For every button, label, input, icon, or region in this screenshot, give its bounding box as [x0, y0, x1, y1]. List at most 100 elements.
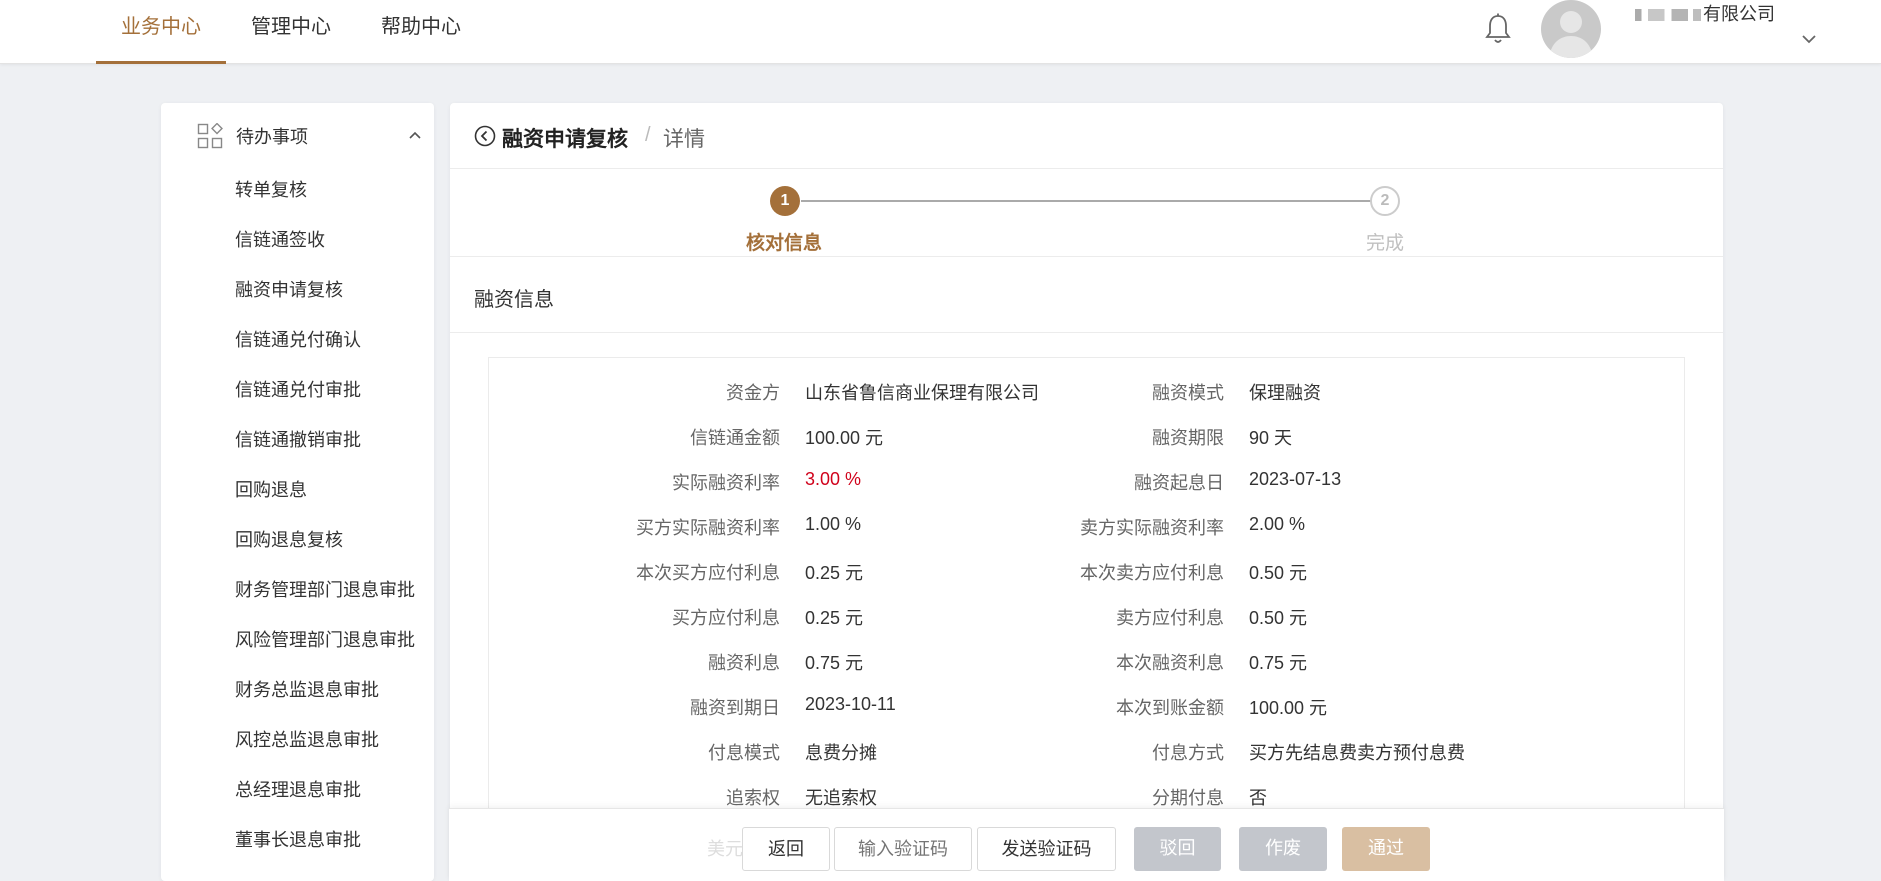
field-value: 2.00 % — [1249, 514, 1306, 534]
partially-hidden-label: 美元 — [707, 839, 743, 859]
info-row: 本次买方应付利息 0.25 元 本次卖方应付利息 0.50 元 — [489, 559, 1686, 604]
field-label: 分期付息 — [1152, 788, 1224, 808]
approve-button[interactable]: 通过 — [1342, 827, 1430, 871]
field-label: 付息模式 — [708, 743, 780, 763]
field-value: 2023-07-13 — [1249, 469, 1342, 489]
page-title[interactable]: 融资申请复核 — [502, 123, 628, 153]
field-label: 买方实际融资利率 — [636, 518, 780, 538]
info-row: 买方实际融资利率 1.00 % 卖方实际融资利率 2.00 % — [489, 514, 1686, 559]
field-label: 本次卖方应付利息 — [1080, 563, 1224, 583]
sidebar: 待办事项 转单复核 信链通签收 融资申请复核 信链通兑付确认 信链通兑付审批 信… — [161, 103, 434, 881]
back-button[interactable]: 返回 — [742, 827, 830, 871]
field-label: 付息方式 — [1152, 743, 1224, 763]
field-value: 100.00 元 — [805, 428, 884, 448]
info-row: 融资到期日 2023-10-11 本次到账金额 100.00 元 — [489, 694, 1686, 739]
verification-code-input[interactable] — [834, 827, 972, 871]
company-redacted-mark — [1635, 9, 1701, 22]
field-label: 本次融资利息 — [1116, 653, 1224, 673]
step-1-number: 1 — [770, 186, 800, 216]
top-header: 业务中心 管理中心 帮助中心 有限公司 — [0, 0, 1881, 64]
field-label: 卖方应付利息 — [1116, 608, 1224, 628]
sidebar-item-transfer-review[interactable]: 转单复核 — [161, 165, 434, 215]
breadcrumb-separator: / — [645, 124, 651, 146]
info-row: 付息模式 息费分摊 付息方式 买方先结息费卖方预付息费 — [489, 739, 1686, 784]
field-label: 融资利息 — [708, 653, 780, 673]
sidebar-group-todo[interactable]: 待办事项 — [161, 103, 434, 165]
field-value: 0.75 元 — [805, 653, 864, 673]
financing-info-box: 资金方 山东省鲁信商业保理有限公司 融资模式 保理融资 信链通金额 100.00… — [488, 357, 1685, 881]
section-title: 融资信息 — [474, 289, 554, 311]
void-button[interactable]: 作废 — [1239, 827, 1327, 871]
info-row: 信链通金额 100.00 元 融资期限 90 天 — [489, 424, 1686, 469]
action-bar: 美元 返回 发送验证码 驳回 作废 通过 — [449, 808, 1724, 881]
field-label: 买方应付利息 — [672, 608, 780, 628]
field-label: 融资模式 — [1152, 383, 1224, 403]
avatar[interactable] — [1541, 0, 1601, 58]
sidebar-item-buyback-refund[interactable]: 回购退息 — [161, 465, 434, 515]
back-circle-icon[interactable] — [474, 125, 496, 147]
field-value: 0.50 元 — [1249, 608, 1308, 628]
main-nav: 业务中心 管理中心 帮助中心 — [96, 0, 486, 64]
section-header: 融资信息 — [450, 257, 1723, 333]
field-label: 融资起息日 — [1134, 473, 1224, 493]
field-value: 山东省鲁信商业保理有限公司 — [805, 383, 1039, 403]
sidebar-item-xinliantong-sign[interactable]: 信链通签收 — [161, 215, 434, 265]
sidebar-item-redeem-approve[interactable]: 信链通兑付审批 — [161, 365, 434, 415]
field-value: 否 — [1249, 788, 1267, 808]
nav-help-center[interactable]: 帮助中心 — [356, 0, 486, 64]
field-label: 卖方实际融资利率 — [1080, 518, 1224, 538]
step-2-number: 2 — [1370, 186, 1400, 216]
field-value: 2023-10-11 — [805, 694, 896, 714]
sidebar-item-cro-approve[interactable]: 风控总监退息审批 — [161, 715, 434, 765]
nav-management-center[interactable]: 管理中心 — [226, 0, 356, 64]
reject-button[interactable]: 驳回 — [1134, 827, 1221, 871]
sidebar-item-risk-dept-approve[interactable]: 风险管理部门退息审批 — [161, 615, 434, 665]
apps-grid-icon — [197, 123, 223, 149]
field-value: 保理融资 — [1249, 383, 1321, 403]
user-silhouette-icon — [1549, 11, 1593, 58]
chevron-down-icon[interactable] — [1800, 32, 1818, 46]
send-code-button[interactable]: 发送验证码 — [977, 827, 1116, 871]
field-value: 0.50 元 — [1249, 563, 1308, 583]
sidebar-item-finance-dept-approve[interactable]: 财务管理部门退息审批 — [161, 565, 434, 615]
field-label: 本次到账金额 — [1116, 698, 1224, 718]
field-value: 0.25 元 — [805, 608, 864, 628]
sidebar-item-gm-approve[interactable]: 总经理退息审批 — [161, 765, 434, 815]
field-label: 实际融资利率 — [672, 473, 780, 493]
sidebar-item-redeem-confirm[interactable]: 信链通兑付确认 — [161, 315, 434, 365]
step-1-label: 核对信息 — [746, 233, 823, 254]
field-value-highlight: 3.00 % — [805, 469, 862, 489]
sidebar-item-chairman-approve[interactable]: 董事长退息审批 — [161, 815, 434, 865]
field-value: 无追索权 — [805, 788, 877, 808]
field-label: 融资期限 — [1152, 428, 1224, 448]
sidebar-item-buyback-refund-review[interactable]: 回购退息复核 — [161, 515, 434, 565]
nav-business-center[interactable]: 业务中心 — [96, 0, 226, 64]
sidebar-item-revoke-approve[interactable]: 信链通撤销审批 — [161, 415, 434, 465]
breadcrumb: 融资申请复核 / 详情 — [450, 103, 1723, 169]
field-value: 0.75 元 — [1249, 653, 1308, 673]
sidebar-list: 转单复核 信链通签收 融资申请复核 信链通兑付确认 信链通兑付审批 信链通撤销审… — [161, 165, 434, 865]
main-panel: 融资申请复核 / 详情 1 2 核对信息 完成 融资信息 资金方 山东省鲁信商业… — [450, 103, 1723, 881]
field-value: 90 天 — [1249, 428, 1293, 448]
sidebar-group-title: 待办事项 — [236, 127, 308, 147]
company-name: 有限公司 — [1635, 0, 1775, 26]
field-label: 融资到期日 — [690, 698, 780, 718]
field-value: 0.25 元 — [805, 563, 864, 583]
info-row: 买方应付利息 0.25 元 卖方应付利息 0.50 元 — [489, 604, 1686, 649]
field-label: 追索权 — [726, 788, 780, 808]
field-label: 本次买方应付利息 — [636, 563, 780, 583]
sidebar-item-cfo-approve[interactable]: 财务总监退息审批 — [161, 665, 434, 715]
field-label: 资金方 — [726, 383, 780, 403]
info-row: 融资利息 0.75 元 本次融资利息 0.75 元 — [489, 649, 1686, 694]
breadcrumb-current: 详情 — [663, 128, 705, 151]
field-value: 100.00 元 — [1249, 698, 1328, 718]
field-label: 信链通金额 — [690, 428, 780, 448]
info-row: 资金方 山东省鲁信商业保理有限公司 融资模式 保理融资 — [489, 379, 1686, 424]
chevron-up-icon[interactable] — [408, 130, 422, 140]
step-2-label: 完成 — [1366, 233, 1405, 254]
info-row: 实际融资利率 3.00 % 融资起息日 2023-07-13 — [489, 469, 1686, 514]
sidebar-item-financing-review[interactable]: 融资申请复核 — [161, 265, 434, 315]
progress-steps: 1 2 核对信息 完成 — [450, 169, 1723, 257]
bell-icon[interactable] — [1483, 12, 1513, 46]
step-connector — [801, 200, 1385, 202]
